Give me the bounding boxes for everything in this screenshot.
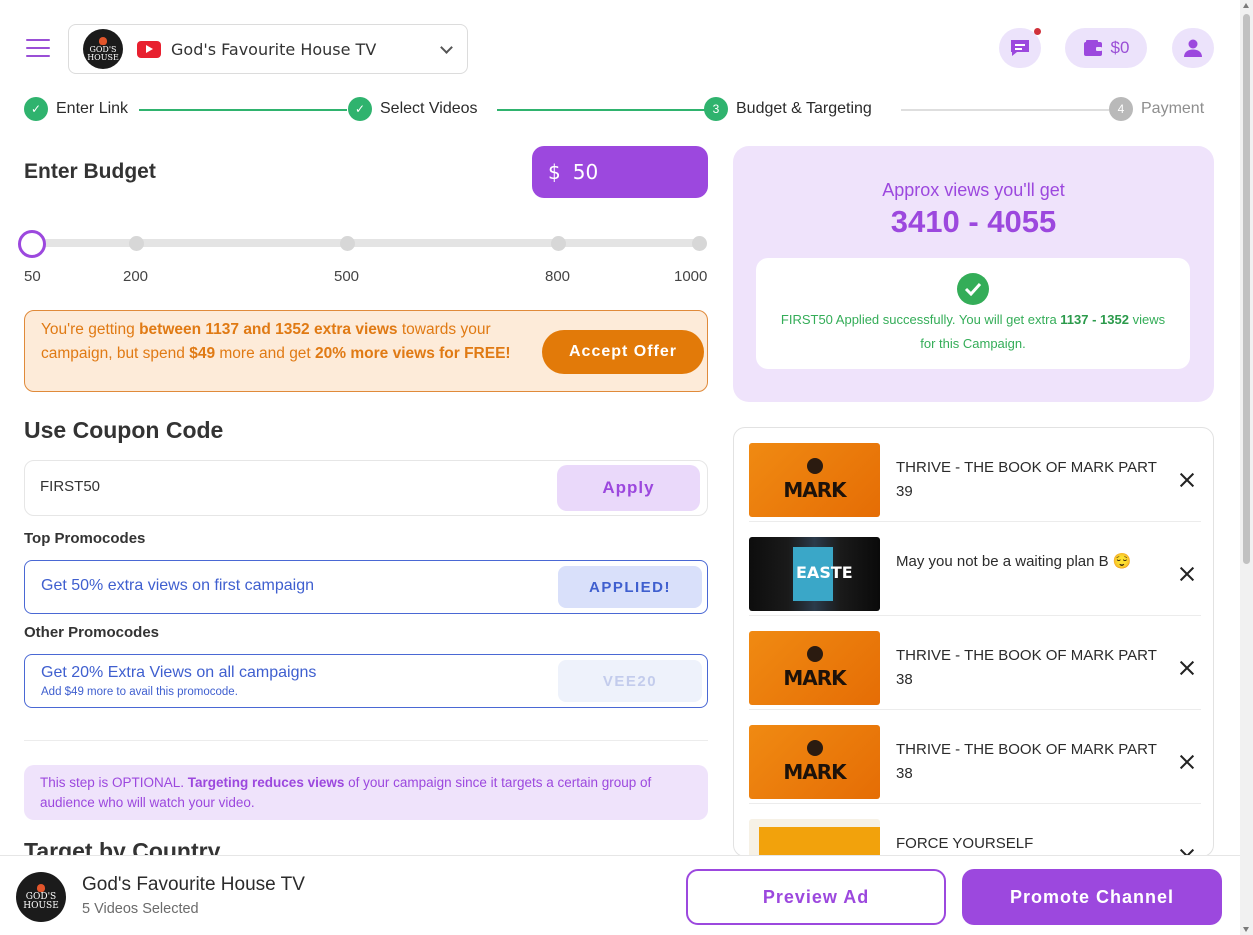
video-title: THRIVE - THE BOOK OF MARK PART 38 xyxy=(896,741,1157,782)
wallet-balance: $0 xyxy=(1110,38,1130,57)
video-thumbnail xyxy=(749,819,880,856)
promo-code-button[interactable]: VEE20 xyxy=(558,660,702,702)
step-connector xyxy=(139,109,347,111)
slider-tick-label: 1000 xyxy=(674,268,708,285)
step-label: Payment xyxy=(1141,100,1205,117)
slider-tick-label: 50 xyxy=(24,268,41,285)
upsell-offer-banner: You're getting between 1137 and 1352 ext… xyxy=(24,310,708,392)
views-label: Approx views you'll get xyxy=(882,180,1065,200)
bottom-action-bar: GOD'S HOUSE God's Favourite House TV 5 V… xyxy=(0,855,1240,935)
video-thumbnail: EASTE xyxy=(749,537,880,611)
views-range: 3410 - 4055 xyxy=(890,204,1057,239)
hamburger-menu-icon[interactable] xyxy=(26,39,50,59)
video-title: FORCE YOURSELF xyxy=(896,835,1034,852)
slider-stop[interactable] xyxy=(129,236,144,251)
step-budget-targeting[interactable]: 3 Budget & Targeting xyxy=(704,97,872,121)
coupon-heading: Use Coupon Code xyxy=(24,417,224,443)
notification-dot xyxy=(1034,28,1041,35)
chevron-down-icon xyxy=(440,41,453,54)
user-icon xyxy=(1184,39,1202,57)
scroll-up-arrow-icon[interactable] xyxy=(1243,3,1249,8)
promo-card[interactable]: Get 50% extra views on first campaign AP… xyxy=(24,560,708,614)
step-enter-link[interactable]: ✓ Enter Link xyxy=(24,97,128,121)
check-icon: ✓ xyxy=(348,97,372,121)
step-number: 4 xyxy=(1109,97,1133,121)
step-connector xyxy=(901,109,1109,111)
video-thumbnail: MARK xyxy=(749,443,880,517)
list-item: EASTE May you not be a waiting plan B 😌 xyxy=(749,522,1201,616)
channel-logo: GOD'S HOUSE xyxy=(16,872,66,922)
page-scrollbar[interactable] xyxy=(1240,0,1253,935)
selected-videos-list: MARK THRIVE - THE BOOK OF MARK PART 39 E… xyxy=(733,427,1214,857)
coupon-applied-text: FIRST50 Applied successfully. You will g… xyxy=(780,312,1166,351)
promo-subtitle: Add $49 more to avail this promocode. xyxy=(41,686,238,698)
apply-coupon-button[interactable]: Apply xyxy=(557,465,700,511)
slider-tick-label: 500 xyxy=(334,268,360,285)
user-profile-button[interactable] xyxy=(1172,28,1214,68)
promo-title: Get 20% Extra Views on all campaigns xyxy=(41,664,317,681)
coupon-field[interactable]: FIRST50 Apply xyxy=(24,460,708,516)
channel-logo: GOD'S HOUSE xyxy=(83,29,123,69)
budget-input[interactable]: $ 50 xyxy=(532,146,708,198)
other-promocodes-heading: Other Promocodes xyxy=(24,624,160,641)
promo-applied-button[interactable]: APPLIED! xyxy=(558,566,702,608)
step-label: Budget & Targeting xyxy=(736,100,872,117)
slider-stop[interactable] xyxy=(551,236,566,251)
list-item: FORCE YOURSELF xyxy=(749,804,1201,856)
channel-name: God's Favourite House TV xyxy=(171,39,377,59)
video-thumbnail: MARK xyxy=(749,725,880,799)
youtube-icon xyxy=(137,40,161,58)
accept-offer-button[interactable]: Accept Offer xyxy=(542,330,704,374)
videos-selected-count: 5 Videos Selected xyxy=(82,901,199,917)
coupon-input[interactable]: FIRST50 xyxy=(40,478,100,495)
step-select-videos[interactable]: ✓ Select Videos xyxy=(348,97,478,121)
video-thumbnail: MARK xyxy=(749,631,880,705)
list-item: MARK THRIVE - THE BOOK OF MARK PART 38 xyxy=(749,616,1201,710)
video-title: THRIVE - THE BOOK OF MARK PART 38 xyxy=(896,647,1157,688)
targeting-notice: This step is OPTIONAL. Targeting reduces… xyxy=(24,765,708,820)
close-icon[interactable] xyxy=(1179,754,1195,770)
step-label: Select Videos xyxy=(380,100,478,117)
scroll-down-arrow-icon[interactable] xyxy=(1243,927,1249,932)
check-icon: ✓ xyxy=(24,97,48,121)
close-icon[interactable] xyxy=(1179,566,1195,582)
promo-card[interactable]: Get 20% Extra Views on all campaigns Add… xyxy=(24,654,708,708)
step-payment: 4 Payment xyxy=(1109,97,1204,121)
video-title: May you not be a waiting plan B 😌 xyxy=(896,553,1132,570)
preview-ad-button[interactable]: Preview Ad xyxy=(686,869,946,925)
video-title: THRIVE - THE BOOK OF MARK PART 39 xyxy=(896,459,1157,500)
slider-tick-label: 800 xyxy=(545,268,571,285)
coupon-applied-box: FIRST50 Applied successfully. You will g… xyxy=(756,258,1190,369)
messages-button[interactable] xyxy=(999,28,1041,68)
wallet-button[interactable]: $0 xyxy=(1065,28,1147,68)
estimated-views-card: Approx views you'll get 3410 - 4055 FIRS… xyxy=(733,146,1214,402)
step-number: 3 xyxy=(704,97,728,121)
chat-icon xyxy=(1011,40,1029,56)
channel-selector[interactable]: GOD'S HOUSE God's Favourite House TV xyxy=(68,24,468,74)
top-promocodes-heading: Top Promocodes xyxy=(24,530,146,547)
budget-slider-thumb[interactable] xyxy=(18,230,46,258)
progress-stepper: ✓ Enter Link ✓ Select Videos 3 Budget & … xyxy=(24,97,1214,123)
close-icon[interactable] xyxy=(1179,660,1195,676)
budget-value: 50 xyxy=(572,160,599,184)
divider xyxy=(24,740,708,741)
bottom-channel-name: God's Favourite House TV xyxy=(82,874,305,895)
step-label: Enter Link xyxy=(56,100,129,117)
slider-stop[interactable] xyxy=(340,236,355,251)
currency-symbol: $ xyxy=(548,160,561,184)
wallet-icon xyxy=(1083,40,1102,56)
budget-heading: Enter Budget xyxy=(24,160,156,183)
scrollbar-thumb[interactable] xyxy=(1243,14,1250,564)
slider-stop[interactable] xyxy=(692,236,707,251)
slider-tick-label: 200 xyxy=(123,268,149,285)
offer-text: You're getting between 1137 and 1352 ext… xyxy=(41,321,511,362)
promo-title: Get 50% extra views on first campaign xyxy=(41,577,315,594)
close-icon[interactable] xyxy=(1179,472,1195,488)
check-circle-icon xyxy=(957,273,989,305)
step-connector xyxy=(497,109,705,111)
promote-channel-button[interactable]: Promote Channel xyxy=(962,869,1222,925)
list-item: MARK THRIVE - THE BOOK OF MARK PART 39 xyxy=(749,428,1201,522)
list-item: MARK THRIVE - THE BOOK OF MARK PART 38 xyxy=(749,710,1201,804)
